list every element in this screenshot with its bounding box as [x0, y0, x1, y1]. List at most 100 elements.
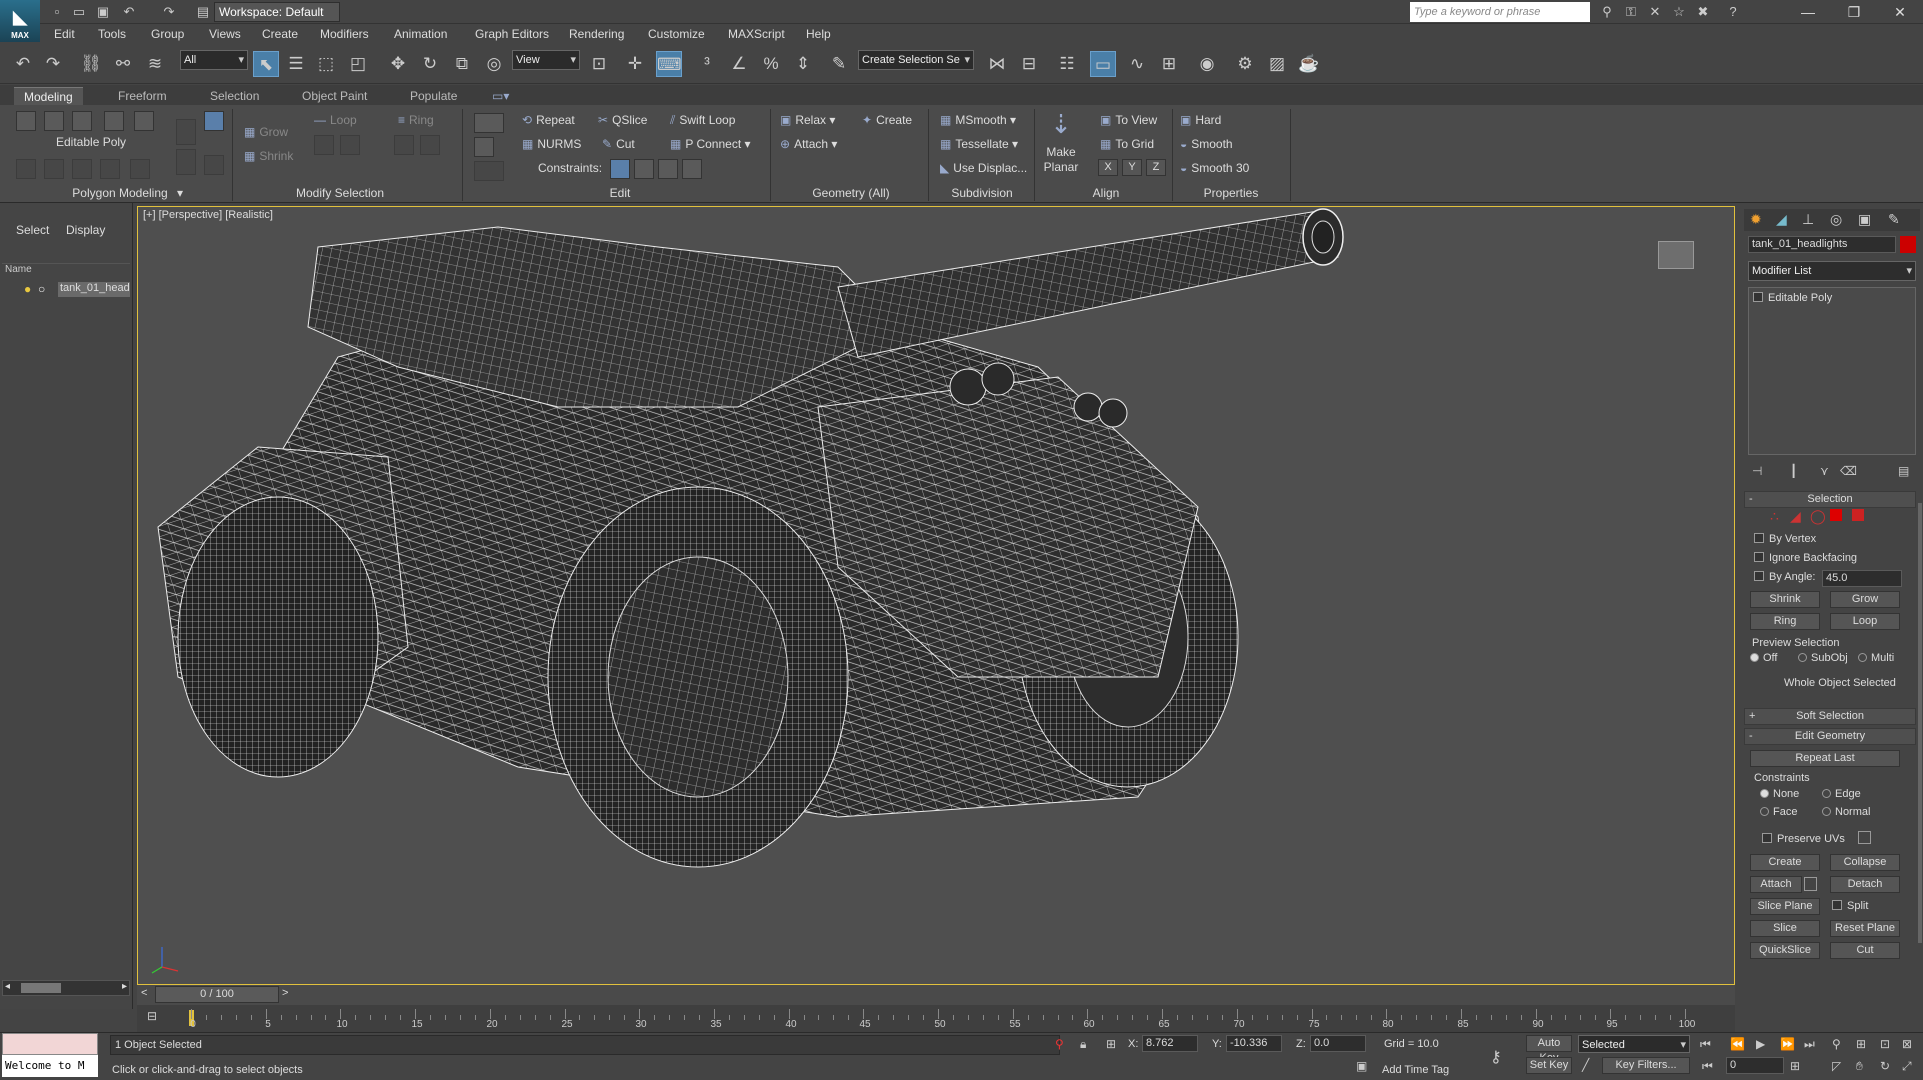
undo-icon[interactable]: ↶ [120, 3, 138, 21]
tab-object-paint[interactable]: Object Paint [292, 87, 377, 105]
select-by-icon[interactable] [204, 111, 224, 131]
close-button[interactable]: ✕ [1877, 0, 1923, 24]
stack-icon[interactable] [44, 159, 64, 179]
select-object-icon[interactable]: ⬉ [253, 51, 279, 77]
workspace-dropdown[interactable]: Workspace: Default [214, 2, 340, 22]
pivot-center-icon[interactable]: ⊡ [586, 51, 612, 77]
preserve-uvs-checkbox[interactable]: Preserve UVs [1762, 833, 1845, 845]
grow-button[interactable]: ▦ Grow [244, 125, 288, 139]
select-manipulate-icon[interactable]: ✛ [622, 51, 648, 77]
to-view-button[interactable]: ▣ To View [1100, 113, 1157, 127]
key-mode-dropdown[interactable]: Selected [1578, 1035, 1690, 1054]
percent-snap-icon[interactable]: % [758, 51, 784, 77]
time-slider-next-icon[interactable]: > [282, 987, 288, 999]
smooth30-button[interactable]: ◒ Smooth 30 [1180, 161, 1249, 175]
loop-shift-icon[interactable] [340, 135, 360, 155]
menu-create[interactable]: Create [262, 27, 298, 41]
ring-shift-icon[interactable] [394, 135, 414, 155]
go-to-start-icon[interactable]: ⏮ [1700, 1037, 1711, 1052]
time-configuration-icon[interactable]: ⊞ [1790, 1059, 1800, 1073]
configure-sets-icon[interactable]: ▤ [1898, 464, 1909, 478]
preview-selection-icon[interactable] [176, 119, 196, 145]
time-tag-icon[interactable]: ▣ [1356, 1059, 1367, 1073]
modifier-list-dropdown[interactable]: Modifier List [1748, 261, 1916, 281]
vertex-mode-icon[interactable] [16, 111, 36, 131]
menu-edit[interactable]: Edit [54, 27, 75, 41]
properties-group-label[interactable]: Properties [1176, 186, 1286, 202]
reset-plane-button[interactable]: Reset Plane [1830, 920, 1900, 937]
menu-help[interactable]: Help [806, 27, 831, 41]
hard-button[interactable]: ▣ Hard [1180, 113, 1221, 127]
play-icon[interactable]: ▶ [1756, 1037, 1765, 1051]
cut-button[interactable]: Cut [1830, 942, 1900, 959]
scene-explorer-scrollbar[interactable]: ◂ ▸ [2, 980, 130, 996]
slice-button[interactable]: Slice [1750, 920, 1820, 937]
maximize-viewport-icon[interactable]: ⤢ [1902, 1059, 1912, 1074]
menu-rendering[interactable]: Rendering [569, 27, 624, 41]
time-slider-prev-icon[interactable]: < [141, 987, 147, 999]
to-grid-button[interactable]: ▦ To Grid [1100, 137, 1154, 151]
constraint-edge-icon[interactable] [634, 159, 654, 179]
track-bar[interactable]: ⊟ 0 5 10 15 20 25 30 35 40 45 50 55 60 65 70 75 80 85 90 95… [137, 1005, 1735, 1032]
angle-snap-icon[interactable]: ∠ [726, 51, 752, 77]
modify-selection-group-label[interactable]: Modify Selection [240, 186, 440, 202]
unlink-icon[interactable]: ⚯ [110, 51, 136, 77]
align-z-button[interactable]: Z [1146, 159, 1166, 176]
rendered-frame-window-icon[interactable]: ▨ [1264, 51, 1290, 77]
zoom-icon[interactable]: ⚲ [1832, 1037, 1841, 1051]
relax-button[interactable]: ▣ Relax ▾ [780, 113, 835, 127]
geometry-group-label[interactable]: Geometry (All) [776, 186, 926, 202]
display-tab-icon[interactable]: ▣ [1858, 211, 1871, 228]
loop-shift-icon[interactable] [314, 135, 334, 155]
ignore-backfacing-checkbox[interactable]: Ignore Backfacing [1754, 552, 1857, 564]
split-checkbox[interactable]: Split [1832, 900, 1868, 912]
constraint-face-icon[interactable] [658, 159, 678, 179]
by-angle-checkbox[interactable]: By Angle: [1754, 571, 1815, 583]
ribbon-options-icon[interactable]: ▭▾ [482, 87, 519, 105]
field-of-view-icon[interactable]: ◸ [1832, 1059, 1841, 1073]
snaps-toggle-icon[interactable]: ³ [694, 51, 720, 77]
menu-customize[interactable]: Customize [648, 27, 705, 41]
bind-space-warp-icon[interactable]: ≋ [142, 51, 168, 77]
reference-coordinate-dropdown[interactable]: View [512, 50, 580, 70]
make-unique-icon[interactable]: ⋎ [1820, 464, 1829, 478]
stack-item-editable-poly[interactable]: Editable Poly [1753, 292, 1911, 306]
scale-icon[interactable]: ⧉ [449, 51, 475, 77]
absolute-mode-icon[interactable]: ⊞ [1106, 1037, 1116, 1051]
maxscript-listener-top[interactable] [2, 1033, 98, 1055]
stack-icon[interactable] [72, 159, 92, 179]
element-level-icon[interactable] [1852, 509, 1864, 521]
selection-lock-icon[interactable]: 🔒︎ [1080, 1037, 1086, 1052]
loop-button[interactable]: — Loop [314, 113, 357, 127]
loop-button[interactable]: Loop [1830, 613, 1900, 630]
edit-named-selection-icon[interactable]: ✎ [826, 51, 852, 77]
grow-button[interactable]: Grow [1830, 591, 1900, 608]
create-tab-icon[interactable]: ✹ [1750, 211, 1762, 228]
stack-icon[interactable] [16, 159, 36, 179]
use-displacement-button[interactable]: ◣ Use Displac... [940, 161, 1027, 175]
time-slider-thumb[interactable]: 0 / 100 [155, 986, 279, 1003]
constraint-none-radio[interactable]: None [1760, 788, 1799, 800]
hierarchy-tab-icon[interactable]: ⊥ [1802, 211, 1814, 228]
dropdown-arrow-icon[interactable]: ▾ [160, 186, 200, 202]
expand-icon[interactable] [1753, 292, 1763, 302]
menu-group[interactable]: Group [151, 27, 184, 41]
go-to-end-icon[interactable]: ⏭ [1804, 1037, 1815, 1052]
add-time-tag-button[interactable]: Add Time Tag [1382, 1064, 1449, 1076]
save-icon[interactable]: ▣ [94, 3, 112, 21]
curve-editor-icon[interactable]: ∿ [1124, 51, 1150, 77]
minimize-button[interactable]: — [1785, 0, 1831, 24]
nurms-button[interactable]: ▦ NURMS [522, 137, 581, 151]
maxscript-listener[interactable]: Welcome to M [2, 1055, 98, 1077]
exchange-icon[interactable]: ✕ [1646, 3, 1664, 21]
menu-modifiers[interactable]: Modifiers [320, 27, 369, 41]
redo-icon[interactable]: ↷ [40, 51, 66, 77]
favorites-star-icon[interactable]: ☆ [1670, 3, 1688, 21]
stack-icon[interactable] [100, 159, 120, 179]
mirror-icon[interactable]: ⋈ [984, 51, 1010, 77]
previous-frame-icon[interactable]: ⏪ [1730, 1037, 1745, 1051]
tab-select[interactable]: Select [16, 223, 49, 237]
pan-view-icon[interactable]: ✋︎ [1856, 1059, 1863, 1074]
menu-tools[interactable]: Tools [98, 27, 126, 41]
scrollbar-thumb[interactable] [21, 983, 61, 993]
